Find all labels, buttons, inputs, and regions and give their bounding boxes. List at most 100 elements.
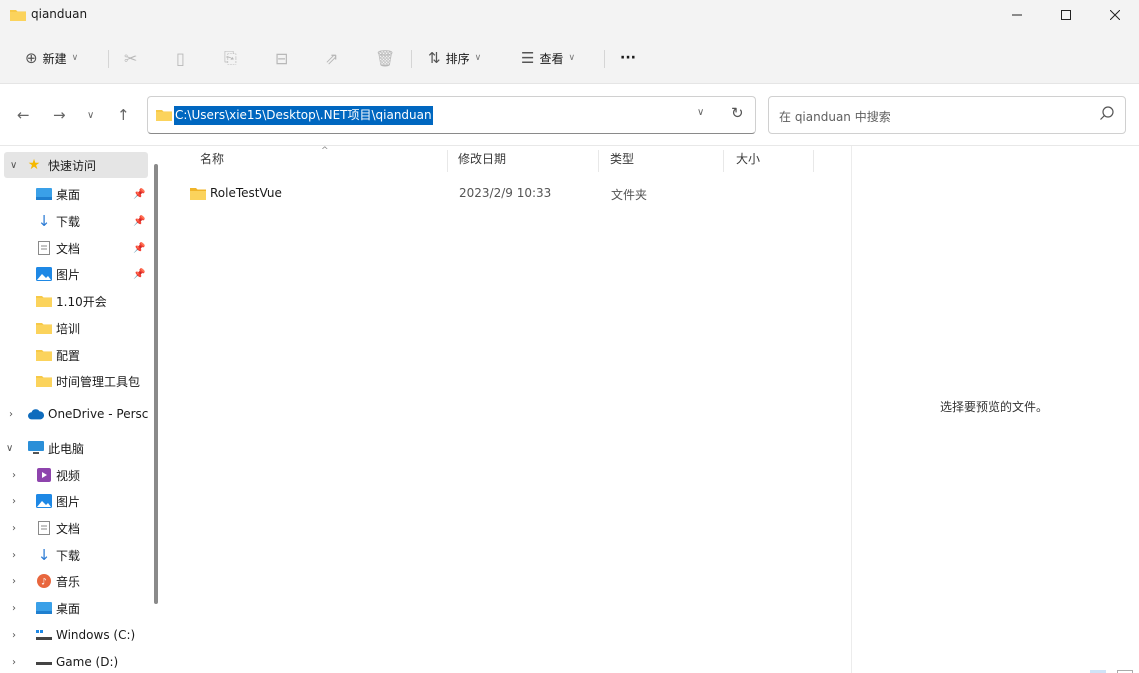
chevron-down-icon[interactable]: ∨ xyxy=(697,107,704,118)
copy-button[interactable]: ▯ xyxy=(176,46,185,70)
chevron-down-icon[interactable]: ∨ xyxy=(6,443,13,454)
chevron-right-icon[interactable]: › xyxy=(12,550,16,561)
sidebar-item-onedrive[interactable]: › OneDrive - Persc xyxy=(0,401,148,427)
up-button[interactable]: ↑ xyxy=(117,106,130,124)
sidebar-item-pictures[interactable]: 图片 📌 xyxy=(0,261,148,287)
sort-button-label: 排序 xyxy=(445,51,470,66)
download-icon: ↓ xyxy=(37,212,51,230)
sidebar-item-folder[interactable]: 配置 xyxy=(0,342,148,368)
preview-message: 选择要预览的文件。 xyxy=(940,400,1049,414)
search-input[interactable]: 在 qianduan 中搜索 xyxy=(768,96,1126,134)
file-name[interactable]: RoleTestVue xyxy=(210,186,282,200)
desktop-icon xyxy=(36,600,52,616)
column-divider[interactable] xyxy=(447,150,448,172)
share-button[interactable]: ⇗ xyxy=(325,46,338,70)
sidebar-item-label: 1.10开会 xyxy=(56,294,107,309)
star-icon: ★ xyxy=(27,157,41,173)
sidebar-item-label: 文档 xyxy=(56,241,81,256)
chevron-right-icon[interactable]: › xyxy=(12,576,16,587)
chevron-right-icon[interactable]: › xyxy=(9,409,13,420)
sort-button[interactable]: ⇅ 排序 ∨ xyxy=(428,46,481,70)
document-icon xyxy=(36,240,52,256)
folder-icon xyxy=(10,10,26,21)
table-row[interactable]: RoleTestVue 2023/2/9 10:33 文件夹 xyxy=(178,182,818,206)
chevron-right-icon[interactable]: › xyxy=(12,657,16,668)
chevron-down-icon: ∨ xyxy=(71,53,79,63)
minimize-button[interactable] xyxy=(994,0,1040,30)
sidebar-item-this-pc[interactable]: ∨ 此电脑 xyxy=(0,435,148,461)
sidebar-item-drive-c[interactable]: › Windows (C:) xyxy=(0,622,148,648)
rename-button[interactable]: ⊟ xyxy=(275,46,288,70)
pin-icon[interactable]: 📌 xyxy=(133,269,145,280)
pin-icon[interactable]: 📌 xyxy=(133,189,145,200)
address-bar[interactable]: C:\Users\xie15\Desktop\.NET项目\qianduan ∨… xyxy=(147,96,756,134)
divider xyxy=(604,50,605,68)
sidebar-item-folder[interactable]: 培训 xyxy=(0,315,148,341)
view-button[interactable]: ☰ 查看 ∨ xyxy=(521,46,575,70)
column-header-name[interactable]: 名称 xyxy=(200,150,224,172)
chevron-right-icon[interactable]: › xyxy=(12,630,16,641)
sidebar-item-label: 培训 xyxy=(56,321,81,336)
delete-button[interactable]: 🗑 xyxy=(375,46,395,70)
column-header-type[interactable]: 类型 xyxy=(610,150,634,172)
folder-icon xyxy=(36,373,52,389)
close-button[interactable] xyxy=(1092,0,1138,30)
plus-circle-icon: ⊕ xyxy=(25,49,38,67)
column-header-size[interactable]: 大小 xyxy=(736,150,760,172)
sidebar-item-label: 快速访问 xyxy=(48,158,97,173)
column-divider[interactable] xyxy=(598,150,599,172)
paste-button[interactable]: ⎘ xyxy=(224,46,237,70)
pin-icon[interactable]: 📌 xyxy=(133,243,145,254)
sidebar-item-folder[interactable]: 1.10开会 xyxy=(0,288,148,314)
forward-button[interactable]: → xyxy=(53,106,66,124)
sidebar-item-quick-access[interactable]: ∨ ★ 快速访问 xyxy=(4,152,148,178)
new-button-label: 新建 xyxy=(42,51,67,66)
maximize-button[interactable] xyxy=(1043,0,1089,30)
sidebar-item-label: 图片 xyxy=(56,494,81,509)
sidebar-item-label: 桌面 xyxy=(56,187,81,202)
recent-locations-button[interactable]: ∨ xyxy=(87,110,94,121)
more-button[interactable]: ··· xyxy=(620,46,636,70)
document-icon xyxy=(36,520,52,536)
sidebar-item-documents[interactable]: 文档 📌 xyxy=(0,235,148,261)
sort-icon: ⇅ xyxy=(428,49,441,67)
column-divider[interactable] xyxy=(813,150,814,172)
scissors-icon: ✂ xyxy=(124,48,138,68)
sidebar-item-desktop[interactable]: 桌面 📌 xyxy=(0,181,148,207)
address-path[interactable]: C:\Users\xie15\Desktop\.NET项目\qianduan xyxy=(174,106,433,125)
chevron-down-icon[interactable]: ∨ xyxy=(10,160,17,171)
column-header-modified[interactable]: 修改日期 xyxy=(458,150,506,172)
sidebar-item-downloads[interactable]: › ↓ 下载 xyxy=(0,542,148,568)
cut-button[interactable]: ✂ xyxy=(124,46,137,70)
sidebar-item-desktop[interactable]: › 桌面 xyxy=(0,595,148,621)
sidebar-item-pictures[interactable]: › 图片 xyxy=(0,488,148,514)
minimize-icon xyxy=(1012,14,1022,16)
chevron-right-icon[interactable]: › xyxy=(12,603,16,614)
pin-icon[interactable]: 📌 xyxy=(133,216,145,227)
sidebar-item-music[interactable]: › ♪ 音乐 xyxy=(0,568,148,594)
paste-icon: ⎘ xyxy=(224,48,237,67)
drive-icon xyxy=(36,627,52,643)
rename-icon: ⊟ xyxy=(275,48,289,68)
sidebar-item-documents[interactable]: › 文档 xyxy=(0,515,148,541)
chevron-right-icon[interactable]: › xyxy=(12,523,16,534)
sidebar-item-label: 时间管理工具包 xyxy=(56,374,141,389)
chevron-right-icon[interactable]: › xyxy=(12,496,16,507)
more-icon: ··· xyxy=(620,50,636,66)
pictures-icon xyxy=(36,493,52,509)
back-button[interactable]: ← xyxy=(17,106,30,124)
folder-icon xyxy=(36,320,52,336)
new-button[interactable]: ⊕ 新建 ∨ xyxy=(25,46,78,70)
sidebar-item-folder[interactable]: 时间管理工具包 xyxy=(0,368,148,394)
view-list-icon: ☰ xyxy=(521,49,535,67)
folder-icon xyxy=(36,347,52,363)
refresh-icon[interactable]: ↻ xyxy=(731,104,744,122)
sidebar-item-drive-d[interactable]: › Game (D:) xyxy=(0,649,148,673)
column-divider[interactable] xyxy=(723,150,724,172)
copy-icon: ▯ xyxy=(176,48,185,68)
chevron-right-icon[interactable]: › xyxy=(12,470,16,481)
sidebar-scrollbar[interactable] xyxy=(154,164,158,604)
search-icon[interactable] xyxy=(1099,105,1115,121)
sidebar-item-videos[interactable]: › 视频 xyxy=(0,462,148,488)
sidebar-item-downloads[interactable]: ↓ 下载 📌 xyxy=(0,208,148,234)
